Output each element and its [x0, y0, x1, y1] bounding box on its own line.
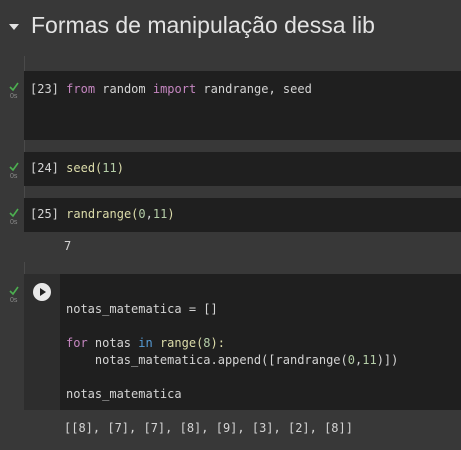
code-cell[interactable]: [23] from random import randrange, seed	[24, 71, 461, 140]
check-icon	[9, 162, 19, 172]
section-title: Formas de manipulação dessa lib	[31, 12, 375, 38]
cell-output: 7	[24, 232, 461, 262]
check-icon	[9, 82, 19, 92]
check-icon	[9, 208, 19, 218]
code-cell[interactable]: notas_matematica = [] for notas in range…	[24, 274, 461, 410]
cell-status: 0s	[9, 286, 23, 304]
run-button[interactable]	[33, 283, 51, 301]
section-header[interactable]: Formas de manipulação dessa lib	[0, 0, 461, 56]
exec-time: 0s	[10, 173, 18, 180]
check-icon	[9, 286, 19, 296]
code-cell[interactable]: [24] seed(11)	[24, 152, 461, 186]
exec-count: [25]	[30, 207, 59, 221]
output-text: 7	[64, 239, 72, 253]
code-cell[interactable]: [25] randrange(0,11)	[24, 198, 461, 232]
exec-time: 0s	[10, 297, 18, 304]
collapse-arrow-icon[interactable]	[9, 24, 19, 30]
code-editor[interactable]: [25] randrange(0,11)	[30, 206, 175, 223]
cell-status: 0s	[9, 208, 23, 226]
exec-count: [23]	[30, 82, 59, 96]
cell-status: 0s	[9, 162, 23, 180]
code-editor[interactable]: notas_matematica = [] for notas in range…	[66, 301, 398, 403]
cell-output: [[8], [7], [7], [8], [9], [3], [2], [8]]	[24, 410, 461, 450]
output-text: [[8], [7], [7], [8], [9], [3], [2], [8]]	[64, 421, 353, 435]
exec-count: [24]	[30, 161, 59, 175]
exec-time: 0s	[10, 93, 18, 100]
code-editor[interactable]: [23] from random import randrange, seed	[30, 81, 312, 98]
cell-status: 0s	[9, 82, 23, 100]
code-editor[interactable]: [24] seed(11)	[30, 160, 124, 177]
exec-time: 0s	[10, 219, 18, 226]
